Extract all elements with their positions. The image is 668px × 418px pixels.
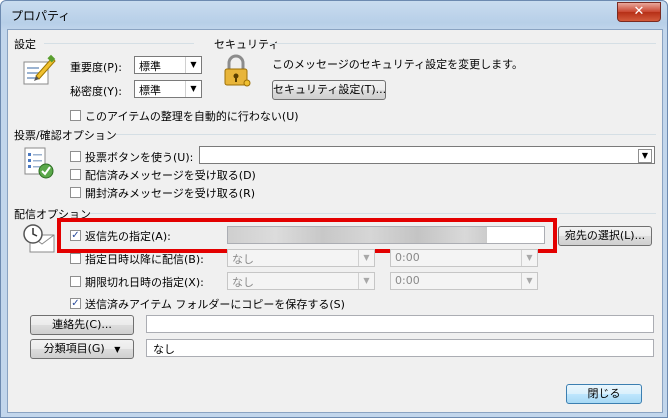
delivery-receipt-label: 配信済みメッセージを受け取る(D) bbox=[85, 169, 256, 182]
chevron-down-icon: ▼ bbox=[185, 57, 201, 73]
properties-window: プロパティ ✕ 設定 重要度(P): 標準 ▼ 秘密度(Y): 標準 ▼ このア… bbox=[0, 0, 668, 418]
voting-section-label: 投票/確認オプション bbox=[14, 129, 117, 142]
save-sent-checkbox[interactable]: ✓ bbox=[70, 298, 81, 309]
expires-checkbox[interactable] bbox=[70, 276, 81, 287]
security-divider bbox=[270, 43, 656, 44]
contacts-button[interactable]: 連絡先(C)... bbox=[30, 315, 134, 335]
check-mark-icon: ✓ bbox=[71, 298, 80, 309]
reply-to-label: 返信先の指定(A): bbox=[85, 230, 171, 243]
no-auto-archive-checkbox[interactable] bbox=[70, 110, 81, 121]
importance-label: 重要度(P): bbox=[70, 61, 122, 74]
close-button[interactable]: 閉じる bbox=[566, 384, 642, 404]
reply-to-checkbox[interactable]: ✓ bbox=[70, 230, 81, 241]
delivery-clock-icon bbox=[22, 223, 56, 255]
delivery-divider bbox=[90, 213, 656, 214]
voting-buttons-select[interactable]: ▼ bbox=[199, 146, 655, 164]
expires-time-value: 0:00 bbox=[395, 274, 420, 287]
importance-value: 標準 bbox=[139, 60, 161, 73]
security-section-label: セキュリティ bbox=[214, 38, 280, 51]
chevron-down-icon: ▼ bbox=[521, 273, 537, 289]
chevron-down-icon: ▼ bbox=[114, 345, 121, 354]
delay-time-select[interactable]: 0:00 ▼ bbox=[390, 249, 538, 267]
chevron-down-icon: ▼ bbox=[521, 250, 537, 266]
chevron-down-icon: ▼ bbox=[638, 149, 652, 163]
window-title: プロパティ bbox=[11, 9, 71, 23]
read-receipt-label: 開封済みメッセージを受け取る(R) bbox=[85, 187, 256, 200]
use-voting-checkbox[interactable] bbox=[70, 151, 81, 162]
delay-date-select[interactable]: なし ▼ bbox=[227, 249, 375, 267]
voting-divider bbox=[116, 134, 656, 135]
settings-divider bbox=[44, 43, 194, 44]
expires-label: 期限切れ日時の指定(X): bbox=[85, 276, 204, 289]
security-lock-icon bbox=[222, 54, 252, 88]
delivery-receipt-checkbox[interactable] bbox=[70, 169, 81, 180]
dialog-body: 設定 重要度(P): 標準 ▼ 秘密度(Y): 標準 ▼ このアイテムの整理を自… bbox=[7, 29, 663, 413]
save-sent-label: 送信済みアイテム フォルダーにコピーを保存する(S) bbox=[85, 298, 345, 311]
settings-pencil-icon bbox=[22, 54, 56, 88]
delay-time-value: 0:00 bbox=[395, 251, 420, 264]
categories-button[interactable]: 分類項目(G) ▼ bbox=[30, 339, 134, 359]
delay-date-value: なし bbox=[232, 253, 254, 266]
voting-checklist-icon bbox=[22, 146, 56, 180]
use-voting-label: 投票ボタンを使う(U): bbox=[85, 151, 194, 164]
read-receipt-checkbox[interactable] bbox=[70, 187, 81, 198]
sensitivity-value: 標準 bbox=[139, 84, 161, 97]
check-mark-icon: ✓ bbox=[71, 230, 80, 241]
no-auto-archive-label: このアイテムの整理を自動的に行わない(U) bbox=[85, 110, 299, 123]
categories-button-label: 分類項目(G) bbox=[43, 342, 105, 355]
select-names-button[interactable]: 宛先の選択(L)... bbox=[558, 226, 652, 246]
window-close-button[interactable]: ✕ bbox=[617, 2, 661, 22]
security-settings-button[interactable]: セキュリティ設定(T)... bbox=[272, 80, 386, 100]
expires-time-select[interactable]: 0:00 ▼ bbox=[390, 272, 538, 290]
chevron-down-icon: ▼ bbox=[358, 273, 374, 289]
delay-delivery-label: 指定日時以降に配信(B): bbox=[85, 253, 204, 266]
chevron-down-icon: ▼ bbox=[185, 81, 201, 97]
title-bar[interactable]: プロパティ ✕ bbox=[1, 1, 667, 27]
categories-input[interactable]: なし bbox=[146, 339, 654, 357]
settings-section-label: 設定 bbox=[14, 38, 36, 51]
importance-select[interactable]: 標準 ▼ bbox=[134, 56, 202, 74]
sensitivity-select[interactable]: 標準 ▼ bbox=[134, 80, 202, 98]
delay-delivery-checkbox[interactable] bbox=[70, 253, 81, 264]
chevron-down-icon: ▼ bbox=[358, 250, 374, 266]
contacts-input[interactable] bbox=[146, 315, 654, 333]
sensitivity-label: 秘密度(Y): bbox=[70, 85, 123, 98]
security-description: このメッセージのセキュリティ設定を変更します。 bbox=[272, 58, 524, 71]
expires-date-value: なし bbox=[232, 276, 254, 289]
expires-date-select[interactable]: なし ▼ bbox=[227, 272, 375, 290]
reply-to-input[interactable] bbox=[227, 226, 545, 244]
